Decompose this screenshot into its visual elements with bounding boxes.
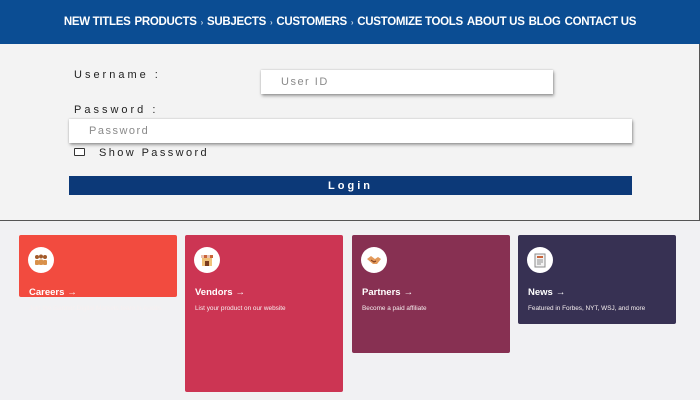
login-panel: Username : Password : Show Password Logi… — [0, 44, 700, 221]
news-description: Featured in Forbes, NYT, WSJ, and more — [528, 305, 646, 312]
team-icon — [28, 247, 54, 273]
handshake-icon — [361, 247, 387, 273]
password-input[interactable] — [69, 119, 632, 143]
arrow-right-icon: → — [555, 287, 566, 298]
vendors-title[interactable]: Vendors → — [195, 287, 245, 298]
chevron-down-icon: › — [350, 17, 354, 27]
careers-card[interactable]: Careers → Join the Gartner Digital Market… — [19, 235, 177, 312]
careers-description: Join the Gartner Digital Markets team in… — [29, 305, 163, 312]
news-card[interactable]: News → Featured in Forbes, NYT, WSJ, and … — [518, 235, 676, 324]
vendors-card[interactable]: Vendors → List your product on our websit… — [185, 235, 343, 392]
nav-contact-us[interactable]: CONTACT US — [565, 16, 637, 28]
storefront-icon — [194, 247, 220, 273]
username-input[interactable] — [261, 70, 553, 94]
partners-title[interactable]: Partners → — [362, 287, 413, 298]
news-title[interactable]: News → — [528, 287, 565, 298]
careers-title-text: Careers — [29, 287, 65, 298]
top-nav: NEW TITLES PRODUCTS › SUBJECTS › CUSTOME… — [0, 0, 700, 44]
chevron-down-icon: › — [269, 17, 273, 27]
partners-title-text: Partners — [362, 287, 401, 298]
arrow-right-icon: → — [67, 287, 77, 298]
chevron-down-icon: › — [200, 17, 204, 27]
password-label: Password : — [74, 104, 159, 116]
nav-blog[interactable]: BLOG — [529, 16, 561, 28]
partners-card[interactable]: Partners → Become a paid affiliate — [352, 235, 510, 353]
login-button[interactable]: Login — [69, 176, 632, 195]
nav-customize-tools[interactable]: CUSTOMIZE TOOLS — [357, 16, 463, 28]
careers-title[interactable]: Careers → — [29, 287, 77, 298]
show-password-checkbox[interactable] — [74, 148, 85, 156]
vendors-title-text: Vendors — [195, 287, 233, 298]
news-title-text: News — [528, 287, 553, 298]
partners-description: Become a paid affiliate — [362, 305, 427, 312]
nav-about-us[interactable]: ABOUT US — [467, 16, 525, 28]
arrow-right-icon: → — [235, 287, 246, 298]
nav-customers[interactable]: CUSTOMERS — [276, 16, 347, 28]
nav-products[interactable]: PRODUCTS — [135, 16, 197, 28]
username-label: Username : — [74, 69, 161, 81]
newspaper-icon — [527, 247, 553, 273]
show-password-label: Show Password — [99, 147, 210, 159]
vendors-description: List your product on our website — [195, 305, 286, 312]
arrow-right-icon: → — [403, 287, 414, 298]
nav-new-titles[interactable]: NEW TITLES — [64, 16, 131, 28]
nav-subjects[interactable]: SUBJECTS — [207, 16, 266, 28]
